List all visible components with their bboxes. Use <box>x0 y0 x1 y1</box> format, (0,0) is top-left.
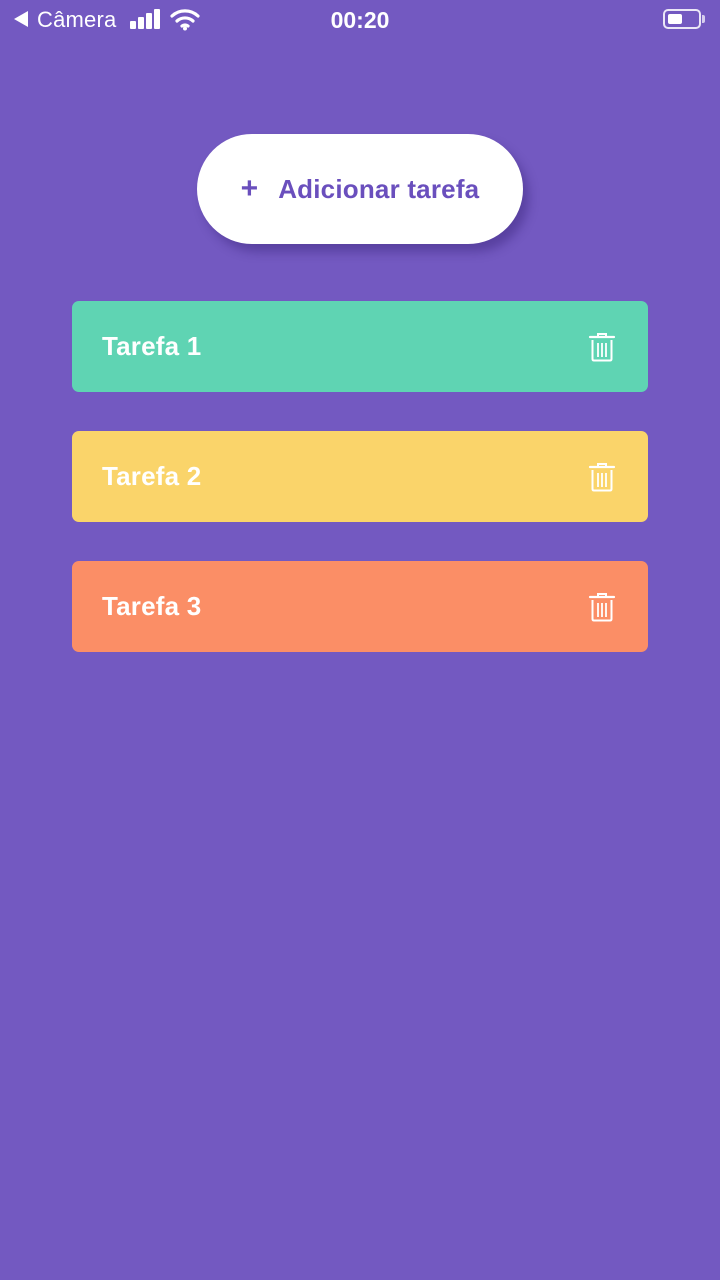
task-item[interactable]: Tarefa 3 <box>72 561 648 652</box>
status-bar: Câmera 00:20 <box>0 0 720 40</box>
battery-icon <box>663 9 701 29</box>
task-title: Tarefa 1 <box>102 331 202 361</box>
task-title: Tarefa 3 <box>102 591 202 621</box>
battery-tip <box>702 15 705 23</box>
add-task-button[interactable]: + Adicionar tarefa <box>197 134 523 244</box>
plus-icon: + <box>240 172 259 205</box>
task-item[interactable]: Tarefa 1 <box>72 301 648 392</box>
status-time: 00:20 <box>330 7 390 33</box>
trash-icon[interactable] <box>586 461 618 493</box>
trash-icon[interactable] <box>586 591 618 623</box>
task-list: Tarefa 1 Tarefa 2 Tarefa 3 <box>72 301 648 691</box>
trash-icon[interactable] <box>586 331 618 363</box>
battery-level <box>668 14 682 24</box>
task-item[interactable]: Tarefa 2 <box>72 431 648 522</box>
task-title: Tarefa 2 <box>102 461 202 491</box>
add-task-label: Adicionar tarefa <box>278 173 480 204</box>
